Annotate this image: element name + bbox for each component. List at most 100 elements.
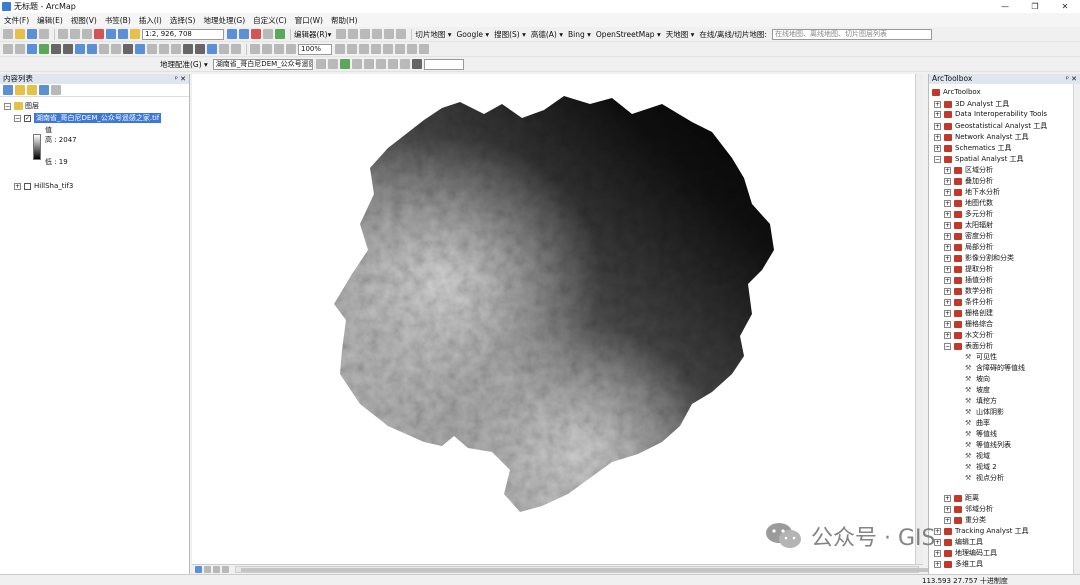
find-icon[interactable] [183,44,193,54]
add-control-points-icon[interactable] [339,59,350,69]
tianditu-menu[interactable]: 天地图 ▾ [666,29,695,40]
expand-icon[interactable]: + [944,516,951,524]
arctoolbox-header-buttons[interactable]: ᵖ ✕ [1066,74,1077,84]
edit-tool-icon[interactable] [336,29,347,39]
draw-text-icon[interactable] [395,44,405,54]
data-view-icon[interactable] [195,566,202,573]
search-map-menu[interactable]: 搜图(S) ▾ [494,29,526,40]
open-icon[interactable] [15,29,25,39]
toolbox-item-tracking[interactable]: + Tracking Analyst 工具 [934,526,1029,536]
maximize-button[interactable]: ❐ [1020,0,1050,13]
list-by-visibility-icon[interactable] [27,85,37,95]
collapse-icon[interactable]: − [14,114,21,122]
toolbox-root[interactable]: ArcToolbox [932,88,981,96]
toolset-item[interactable]: + 重分类 [944,515,986,525]
time-slider-icon[interactable] [219,44,229,54]
expand-icon[interactable]: + [14,182,21,190]
print-icon[interactable] [39,29,49,39]
tool-item[interactable]: ⚒ 山体阴影 [965,407,1004,417]
link-table-icon[interactable] [387,59,398,69]
layout-zoom-out-icon[interactable] [262,44,272,54]
viewer-window-icon[interactable] [231,44,241,54]
menu-customize[interactable]: 自定义(C) [253,15,287,26]
expand-icon[interactable]: + [934,560,941,568]
find-route-icon[interactable] [195,44,205,54]
expand-icon[interactable]: + [944,166,951,174]
menu-file[interactable]: 文件(F) [4,15,29,26]
expand-icon[interactable]: + [944,505,951,513]
expand-icon[interactable]: + [934,144,941,152]
menu-bookmarks[interactable]: 书签(B) [105,15,131,26]
tool-item[interactable]: ⚒ 视域 [965,451,990,461]
copy-icon[interactable] [70,29,80,39]
attributes-icon[interactable] [384,29,395,39]
measure-icon[interactable] [171,44,181,54]
list-by-source-icon[interactable] [15,85,25,95]
toolset-item[interactable]: + 密度分析 [944,231,993,241]
expand-icon[interactable]: + [944,320,951,328]
change-layout-icon[interactable] [359,44,369,54]
forward-extent-icon[interactable] [87,44,97,54]
toolset-item[interactable]: + 提取分析 [944,264,993,274]
toolbox-item-geocoding[interactable]: + 地理编码工具 [934,548,997,558]
tool-item[interactable]: ⚒ 含障碍的等值线 [965,363,1025,373]
flip-icon[interactable] [375,59,386,69]
dem-layer-checkbox[interactable]: ✓ [24,114,31,122]
layout-zoom-in-icon[interactable] [250,44,260,54]
fixed-zoom-in-icon[interactable] [51,44,61,54]
redo-icon[interactable] [118,29,128,39]
toolset-item[interactable]: + 影像分割和分类 [944,253,1014,263]
toc-header-buttons[interactable]: ᵖ ✕ [175,74,186,84]
hyperlink-icon[interactable] [147,44,157,54]
pause-drawing-icon[interactable] [222,566,229,573]
draw-rectangle-icon[interactable] [383,44,393,54]
toolset-item[interactable]: + 距离 [944,493,979,503]
tool-item[interactable]: ⚒ 坡度 [965,385,990,395]
menu-help[interactable]: 帮助(H) [331,15,358,26]
map-vertical-scrollbar[interactable] [915,74,923,564]
rotate-tool-icon[interactable] [372,29,383,39]
clear-selection-icon[interactable] [111,44,121,54]
expand-icon[interactable]: + [944,210,951,218]
collapse-icon[interactable]: − [944,342,951,350]
toolset-item[interactable]: + 局部分析 [944,242,993,252]
full-extent-icon[interactable] [39,44,49,54]
hillshade-layer-row[interactable]: + HillSha_tif3 [14,182,73,190]
expand-icon[interactable]: + [944,221,951,229]
pan-icon[interactable] [27,44,37,54]
toggle-draft-icon[interactable] [335,44,345,54]
tile-map-menu[interactable]: 切片地图 ▾ [415,29,451,40]
add-data-icon[interactable] [130,29,140,39]
draw-line-icon[interactable] [407,44,417,54]
html-popup-icon[interactable] [159,44,169,54]
expand-icon[interactable]: + [944,276,951,284]
cut-icon[interactable] [58,29,68,39]
draw-marker-icon[interactable] [419,44,429,54]
split-tool-icon[interactable] [360,29,371,39]
identify-icon[interactable] [135,44,145,54]
toolbox-item-3d-analyst[interactable]: +3D Analyst 工具 [934,99,1009,109]
toolset-item[interactable]: + 数学分析 [944,286,993,296]
expand-icon[interactable]: + [934,100,941,108]
editor-toolbar-icon[interactable] [227,29,237,39]
tool-item[interactable]: ⚒ 视点分析 [965,473,1004,483]
expand-icon[interactable]: + [934,110,941,118]
sketch-properties-icon[interactable] [396,29,407,39]
hillshade-layer-checkbox[interactable] [24,182,31,190]
menu-edit[interactable]: 编辑(E) [37,15,63,26]
toolbox-item-schematics[interactable]: + Schematics 工具 [934,143,1012,153]
map-horizontal-scrollbar[interactable] [235,566,931,573]
expand-icon[interactable]: + [944,494,951,502]
map-scale-combo[interactable]: 1:2, 926, 708 [142,28,224,40]
rectify-icon[interactable] [411,59,422,69]
tool-item[interactable]: ⚒ 坡向 [965,374,990,384]
expand-icon[interactable]: + [944,199,951,207]
fixed-zoom-out-icon[interactable] [63,44,73,54]
list-by-selection-icon[interactable] [39,85,49,95]
menu-selection[interactable]: 选择(S) [170,15,196,26]
expand-icon[interactable]: + [944,309,951,317]
georeferencing-menu[interactable]: 地理配准(G) ▾ [160,59,208,70]
expand-icon[interactable]: + [934,122,941,130]
menu-insert[interactable]: 插入(I) [139,15,162,26]
menu-geoprocessing[interactable]: 地理处理(G) [203,15,245,26]
